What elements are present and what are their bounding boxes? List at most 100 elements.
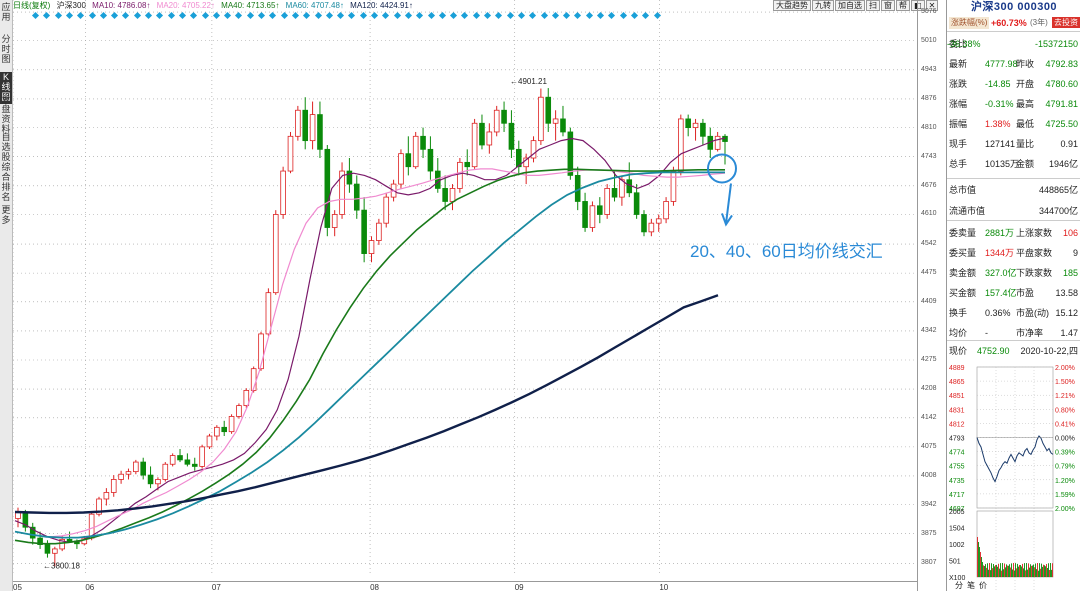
candle-body — [560, 118, 566, 133]
row-value-2: 4792.83 — [1045, 59, 1078, 69]
price-tick: 4275 — [921, 355, 937, 363]
price-tick: 4876 — [921, 94, 937, 102]
quote-row: 涨幅 -0.31% 最高 4791.81 — [947, 95, 1080, 114]
candle-body — [501, 109, 507, 124]
price-tick: 4743 — [921, 152, 937, 160]
price-tick: 4943 — [921, 65, 937, 73]
row-label: 最新 — [949, 59, 968, 69]
candle-body — [52, 548, 58, 554]
mini-pct-tick: 0.79% — [1055, 464, 1075, 471]
row-label-2: 最低 — [1016, 119, 1035, 129]
row-label-2: 市盈 — [1016, 288, 1035, 298]
row-value-2: 9 — [1072, 248, 1078, 258]
row-value-2: 4780.60 — [1045, 79, 1078, 89]
tab-timeshare[interactable]: 分时图 — [0, 34, 12, 66]
mini-price-tick: 4735 — [949, 478, 965, 485]
row-value-2: 106 — [1062, 228, 1078, 238]
panel-title: 沪深300 000300 — [970, 1, 1058, 13]
invest-button[interactable]: 去投资 — [1052, 17, 1080, 28]
candle-body — [324, 148, 331, 228]
bottom-tab-1[interactable]: 笔 — [967, 580, 975, 590]
mini-price-tick: 4793 — [949, 436, 965, 443]
price-tick: 4475 — [921, 269, 937, 277]
candle-body — [700, 122, 706, 137]
candle-body — [486, 131, 493, 146]
candle-body — [648, 222, 655, 233]
price-tick: 5076 — [921, 8, 937, 16]
row-label: 委买量 — [949, 248, 977, 258]
quote-row: 卖金额 327.0亿 下跌家数 185 — [947, 264, 1080, 283]
annotation-arrow — [721, 183, 733, 227]
row-value: 1.38% — [985, 119, 1011, 129]
quote-row: 总市值 448865亿 — [947, 181, 1080, 200]
row-label: 买金额 — [949, 288, 977, 298]
candle-body — [353, 183, 360, 211]
mini-price-tick: 4865 — [949, 379, 965, 386]
quote-row: 最新 4777.98 昨收 4792.83 — [947, 55, 1080, 74]
mini-price-tick: 4774 — [949, 450, 965, 457]
candle-body — [670, 170, 677, 202]
mini-vol-tick: 1504 — [949, 526, 965, 533]
kline-chart[interactable]: ←4901.21 ←3800.18 — [13, 0, 917, 581]
mini-pct-tick: 1.21% — [1055, 393, 1075, 400]
row-label: 总市值 — [949, 185, 977, 195]
candle-body — [678, 118, 684, 172]
candle-body — [162, 463, 169, 480]
candle-body — [147, 474, 154, 485]
tab-watchlist[interactable]: 自选股 — [0, 132, 12, 164]
row-value-2: 0.91 — [1060, 139, 1078, 149]
performance-row: 涨跌幅(%) +60.73% (3年) 去投资 — [947, 15, 1080, 32]
candle-body — [140, 461, 146, 476]
candle-body — [272, 214, 279, 294]
candle-body — [118, 473, 124, 480]
tab-ranking[interactable]: 综合排名 — [0, 162, 12, 204]
bottom-tab-0[interactable]: 分 — [955, 581, 963, 590]
high-label: ←4901.21 — [510, 77, 547, 86]
tab-more[interactable]: 更多 — [0, 205, 12, 227]
quote-row: 总手 10135万 金额 1946亿 — [947, 155, 1080, 174]
mini-price-tick: 4812 — [949, 421, 965, 428]
candle-body — [538, 96, 544, 142]
quote-row: 涨跌 -14.85 开盘 4780.60 — [947, 75, 1080, 94]
bottom-tab-2[interactable]: 价 — [979, 581, 987, 590]
candle-body — [103, 492, 110, 500]
candle-body — [206, 435, 213, 448]
quote-row: 买金额 157.4亿 市盈 13.58 — [947, 284, 1080, 303]
row-label-2: 量比 — [1016, 139, 1035, 149]
candle-body — [597, 205, 603, 215]
candle-body — [545, 96, 552, 124]
mini-pct-tick: 0.39% — [1055, 450, 1075, 457]
low-label: ←3800.18 — [43, 561, 80, 570]
candle-body — [169, 455, 176, 465]
current-price-row: 现价 4752.90 2020-10-22,四 — [947, 342, 1080, 361]
mini-vol-tick: 501 — [949, 559, 961, 566]
candle-body — [714, 135, 721, 150]
candle-body — [309, 114, 316, 142]
row-value: 4777.98 — [985, 59, 1018, 69]
row-value-2: 185 — [1062, 268, 1078, 278]
candle-body — [604, 188, 610, 215]
price-tick: 3875 — [921, 529, 937, 537]
left-tab-bar: 应用 分时图 K线图 大盘资料 自选股 综合排名 更多 — [0, 0, 13, 591]
quote-row: 现手 127141 量比 0.91 — [947, 135, 1080, 154]
candle-body — [471, 122, 478, 168]
tab-apps[interactable]: 应用 — [0, 2, 12, 24]
row-value: 10135万 — [985, 159, 1020, 169]
ma-line-ma120 — [14, 294, 719, 515]
row-value: 127141 — [985, 139, 1016, 149]
candle-body — [442, 188, 448, 202]
price-tick: 4075 — [921, 442, 937, 450]
candle-body — [346, 170, 353, 185]
candle-body — [133, 461, 139, 473]
quote-panel: 沪深300 000300 涨跌幅(%) +60.73% (3年) 去投资 委比 -… — [946, 0, 1080, 591]
candle-body — [449, 188, 456, 202]
price-tick: 4142 — [921, 413, 937, 421]
mini-pct-tick: 2.00% — [1055, 365, 1075, 372]
mini-pct-tick: 1.20% — [1055, 478, 1075, 485]
candle-body — [589, 205, 596, 228]
mini-price-tick: 4717 — [949, 492, 965, 499]
candle-body — [317, 114, 323, 150]
mini-price-tick: 4851 — [949, 393, 965, 400]
divider — [947, 178, 1080, 179]
row-label-2: 昨收 — [1016, 59, 1035, 69]
